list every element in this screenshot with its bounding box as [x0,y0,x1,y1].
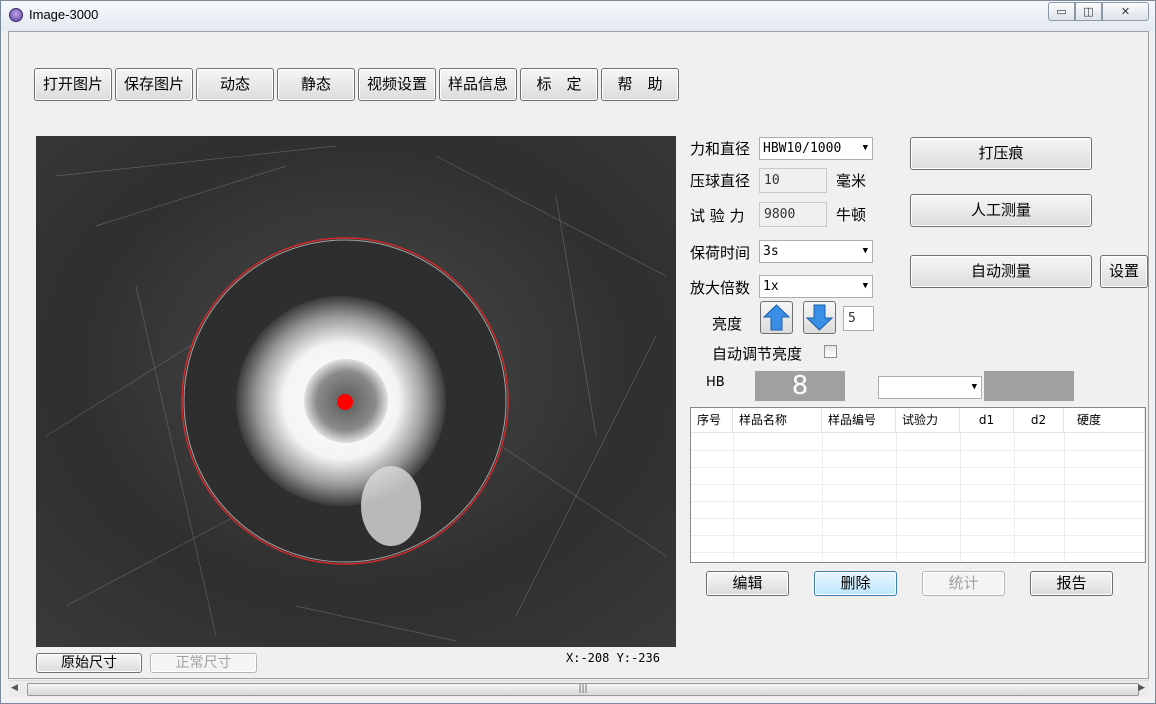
brightness-down-button[interactable] [803,301,836,334]
hb-value-display: 8 [755,371,845,401]
cursor-coordinates: X:-208 Y:-236 [566,651,660,665]
calibrate-button[interactable]: 标 定 [520,68,598,101]
result-select[interactable]: ▼ [878,376,982,399]
manual-measure-button[interactable]: 人工测量 [910,194,1092,227]
settings-button[interactable]: 设置 [1100,255,1148,288]
ball-diameter-label: 压球直径 [690,172,751,190]
chevron-down-icon: ▼ [971,382,977,392]
scroll-thumb[interactable]: ||| [27,683,1139,696]
column-header[interactable]: 试验力 [896,408,960,433]
table-header: 序号 样品名称 样品编号 试验力 d1 d2 硬度 [691,408,1145,433]
results-table[interactable]: 序号 样品名称 样品编号 试验力 d1 d2 硬度 [690,407,1146,563]
dynamic-button[interactable]: 动态 [196,68,274,101]
force-diameter-select[interactable]: HBW10/1000 ▼ [759,137,873,160]
column-header[interactable]: 样品名称 [733,408,822,433]
brightness-label: 亮度 [712,315,743,333]
statistics-button[interactable]: 统计 [922,571,1005,596]
app-eye-icon [9,8,23,22]
window-title: Image-3000 [29,7,99,22]
auto-brightness-label: 自动调节亮度 [712,345,803,363]
sample-info-button[interactable]: 样品信息 [439,68,517,101]
magnification-label: 放大倍数 [690,279,751,297]
test-force-unit: 牛顿 [836,206,867,224]
auto-brightness-checkbox[interactable] [824,345,837,358]
brightness-up-button[interactable] [760,301,793,334]
scroll-left-icon[interactable]: ◀ [11,683,18,693]
indentation-image [36,136,676,647]
video-settings-button[interactable]: 视频设置 [358,68,436,101]
arrow-up-icon [762,304,791,331]
force-diameter-label: 力和直径 [690,140,751,158]
column-header[interactable]: 硬度 [1064,408,1145,433]
save-image-button[interactable]: 保存图片 [115,68,193,101]
ball-diameter-field: 10 [759,168,827,193]
edit-button[interactable]: 编辑 [706,571,789,596]
delete-button[interactable]: 删除 [814,571,897,596]
test-force-label: 试 验 力 [690,207,745,225]
original-size-button[interactable]: 原始尺寸 [36,653,142,673]
minimize-button[interactable]: ▭ [1048,2,1075,21]
maximize-button[interactable]: ◫ [1075,2,1102,21]
center-marker [337,394,353,410]
chevron-down-icon: ▼ [862,246,868,256]
open-image-button[interactable]: 打开图片 [34,68,112,101]
hb-label: HB [706,375,725,390]
main-window: Image-3000 ▭ ◫ ✕ 打开图片 保存图片 动态 静态 视频设置 样品… [0,0,1156,704]
close-button[interactable]: ✕ [1102,2,1149,21]
indent-button[interactable]: 打压痕 [910,137,1092,170]
image-viewer[interactable] [36,136,676,647]
auto-measure-button[interactable]: 自动测量 [910,255,1092,288]
brightness-value[interactable]: 5 [843,306,874,331]
column-header[interactable]: 样品编号 [822,408,896,433]
report-button[interactable]: 报告 [1030,571,1113,596]
chevron-down-icon: ▼ [862,281,868,291]
column-header[interactable]: 序号 [691,408,733,433]
result-display [984,371,1074,401]
test-force-field: 9800 [759,202,827,227]
ball-diameter-unit: 毫米 [836,172,867,190]
chevron-down-icon: ▼ [862,143,868,153]
normal-size-button[interactable]: 正常尺寸 [150,653,257,673]
dwell-time-select[interactable]: 3s ▼ [759,240,873,263]
magnification-select[interactable]: 1x ▼ [759,275,873,298]
arrow-down-icon [805,304,834,331]
column-header[interactable]: d1 [960,408,1014,433]
scroll-right-icon[interactable]: ▶ [1138,683,1145,693]
static-button[interactable]: 静态 [277,68,355,101]
help-button[interactable]: 帮 助 [601,68,679,101]
horizontal-scrollbar[interactable]: ◀ ||| ▶ [9,680,1149,697]
column-header[interactable]: d2 [1014,408,1064,433]
dwell-time-label: 保荷时间 [690,244,751,262]
title-bar[interactable]: Image-3000 ▭ ◫ ✕ [1,1,1155,31]
